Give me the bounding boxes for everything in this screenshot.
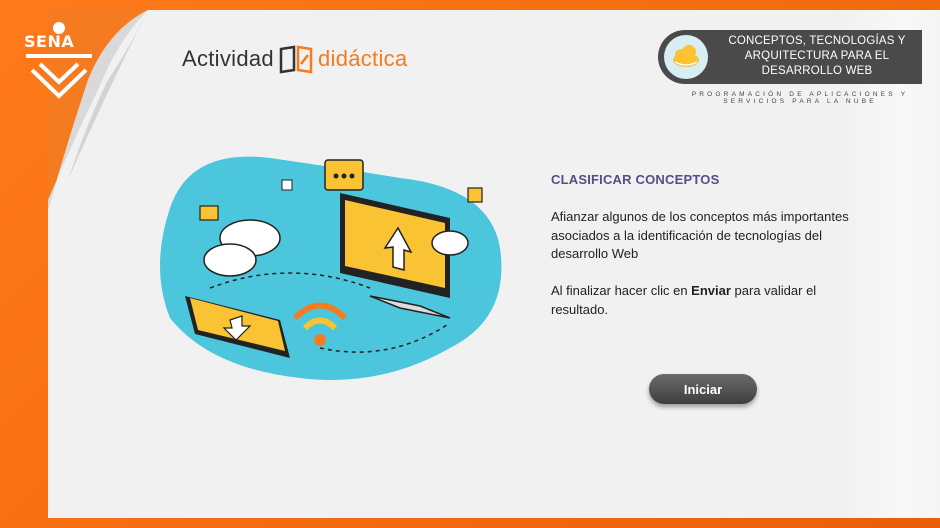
right-shade-decoration	[840, 10, 940, 518]
program-line: SERVICIOS PARA LA NUBE	[723, 98, 877, 105]
course-title-line: DESARROLLO WEB	[761, 65, 873, 77]
sena-logo: SENA	[18, 20, 100, 100]
didactica-word: didáctica	[317, 46, 408, 71]
program-name: PROGRAMACIÓN DE APLICACIONES Y SERVICIOS…	[676, 91, 924, 105]
program-line: PROGRAMACIÓN DE APLICACIONES Y	[691, 91, 909, 98]
course-title: CONCEPTOS, TECNOLOGÍAS Y ARQUITECTURA PA…	[722, 34, 912, 79]
activity-word: Actividad	[182, 46, 274, 71]
instruction-text: Al finalizar hacer clic en Enviar para v…	[551, 282, 851, 319]
instruction-text-emphasis: Enviar	[691, 283, 731, 298]
activity-title: Actividad didáctica	[182, 42, 408, 76]
book-icon	[279, 45, 313, 74]
cloud-icon	[673, 45, 699, 67]
chat-bubble-icon	[324, 159, 364, 191]
course-icon	[664, 35, 708, 79]
start-button[interactable]: Iniciar	[649, 374, 757, 404]
instruction-text-start: Al finalizar hacer clic en	[551, 283, 692, 298]
objective-text: Afianzar algunos de los conceptos más im…	[551, 209, 849, 261]
course-title-line: ARQUITECTURA PARA EL	[744, 50, 890, 62]
sena-logo-icon	[26, 22, 92, 99]
cloud-upload-illustration	[160, 156, 502, 380]
course-title-line: CONCEPTOS, TECNOLOGÍAS Y	[728, 35, 906, 47]
activity-heading: CLASIFICAR CONCEPTOS	[551, 172, 720, 187]
